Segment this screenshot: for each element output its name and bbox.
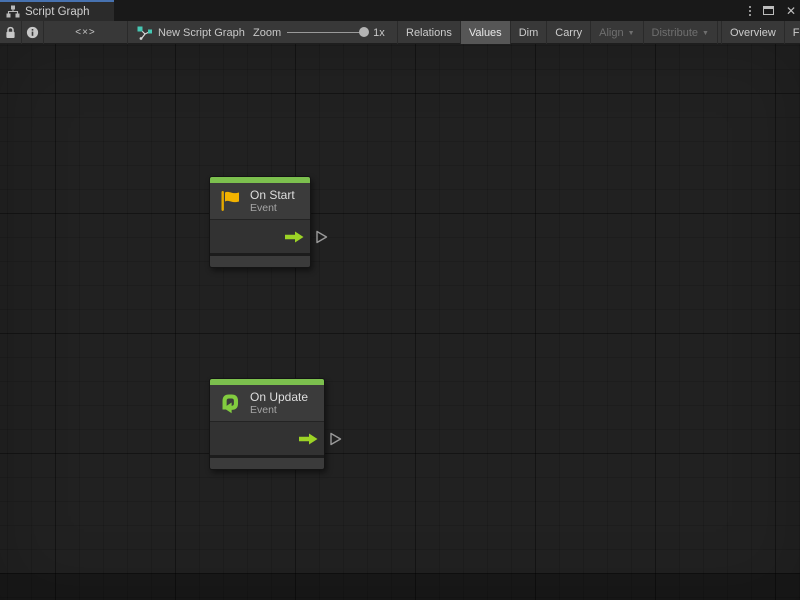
tab-script-graph[interactable]: Script Graph — [0, 0, 114, 21]
trigger-arrow-icon — [285, 231, 304, 243]
graph-toolbar: <×> New Script Graph Zoom 1x Relations — [0, 21, 800, 44]
node-footer — [210, 458, 324, 469]
node-title: On Start — [250, 188, 295, 202]
lock-icon — [5, 26, 16, 39]
zoom-label: Zoom — [253, 27, 281, 39]
toolbar-left-group: <×> — [0, 21, 128, 44]
distribute-label: Distribute — [652, 27, 698, 39]
align-button[interactable]: Align ▼ — [590, 21, 642, 44]
zoom-value: 1x — [373, 27, 385, 39]
zoom-slider[interactable] — [287, 32, 367, 33]
toolbar-view-buttons: Relations Values Dim Carry Align ▼ Distr… — [397, 21, 800, 44]
trigger-arrow-icon — [299, 433, 318, 445]
node-subtitle: Event — [250, 404, 308, 416]
node-subtitle: Event — [250, 202, 295, 214]
canvas-shade — [0, 573, 800, 600]
node-body — [210, 220, 310, 253]
chevron-down-icon: ▼ — [628, 30, 635, 37]
relations-button[interactable]: Relations — [397, 21, 460, 44]
chevron-down-icon: ▼ — [702, 30, 709, 37]
zoom-control: Zoom 1x — [253, 21, 385, 44]
maximize-icon[interactable] — [763, 6, 774, 15]
info-icon — [26, 26, 39, 39]
graph-canvas[interactable]: On Start Event — [0, 44, 800, 600]
graph-hierarchy-icon — [6, 5, 20, 18]
trigger-output-port[interactable] — [329, 431, 342, 447]
overview-button[interactable]: Overview — [721, 21, 784, 44]
code-variables-button[interactable]: <×> — [44, 21, 128, 44]
new-graph-icon — [137, 26, 152, 40]
values-button[interactable]: Values — [460, 21, 510, 44]
carry-button[interactable]: Carry — [546, 21, 590, 44]
distribute-button[interactable]: Distribute ▼ — [643, 21, 717, 44]
node-on-update[interactable]: On Update Event — [209, 378, 325, 470]
tab-title: Script Graph — [25, 6, 90, 18]
graph-selector-button[interactable]: New Script Graph — [131, 21, 251, 44]
info-button[interactable] — [22, 21, 44, 44]
node-title: On Update — [250, 390, 308, 404]
trigger-output-port[interactable] — [315, 229, 328, 245]
tab-bar: Script Graph ✕ — [0, 0, 800, 21]
graph-name-label: New Script Graph — [158, 27, 245, 39]
node-body — [210, 422, 324, 455]
close-icon[interactable]: ✕ — [786, 5, 796, 17]
dim-button[interactable]: Dim — [510, 21, 547, 44]
zoom-slider-handle[interactable] — [359, 27, 369, 37]
loop-icon — [217, 390, 243, 416]
lock-button[interactable] — [0, 21, 22, 44]
flag-icon — [217, 188, 243, 214]
node-footer — [210, 256, 310, 267]
window-menu-icon[interactable] — [749, 6, 751, 16]
node-header[interactable]: On Start Event — [210, 183, 310, 220]
align-label: Align — [599, 27, 623, 39]
window-controls: ✕ — [749, 0, 796, 21]
script-graph-window: Script Graph ✕ <×> — [0, 0, 800, 600]
node-on-start[interactable]: On Start Event — [209, 176, 311, 268]
fullscreen-button[interactable]: Full Screen — [784, 21, 800, 44]
node-header[interactable]: On Update Event — [210, 385, 324, 422]
